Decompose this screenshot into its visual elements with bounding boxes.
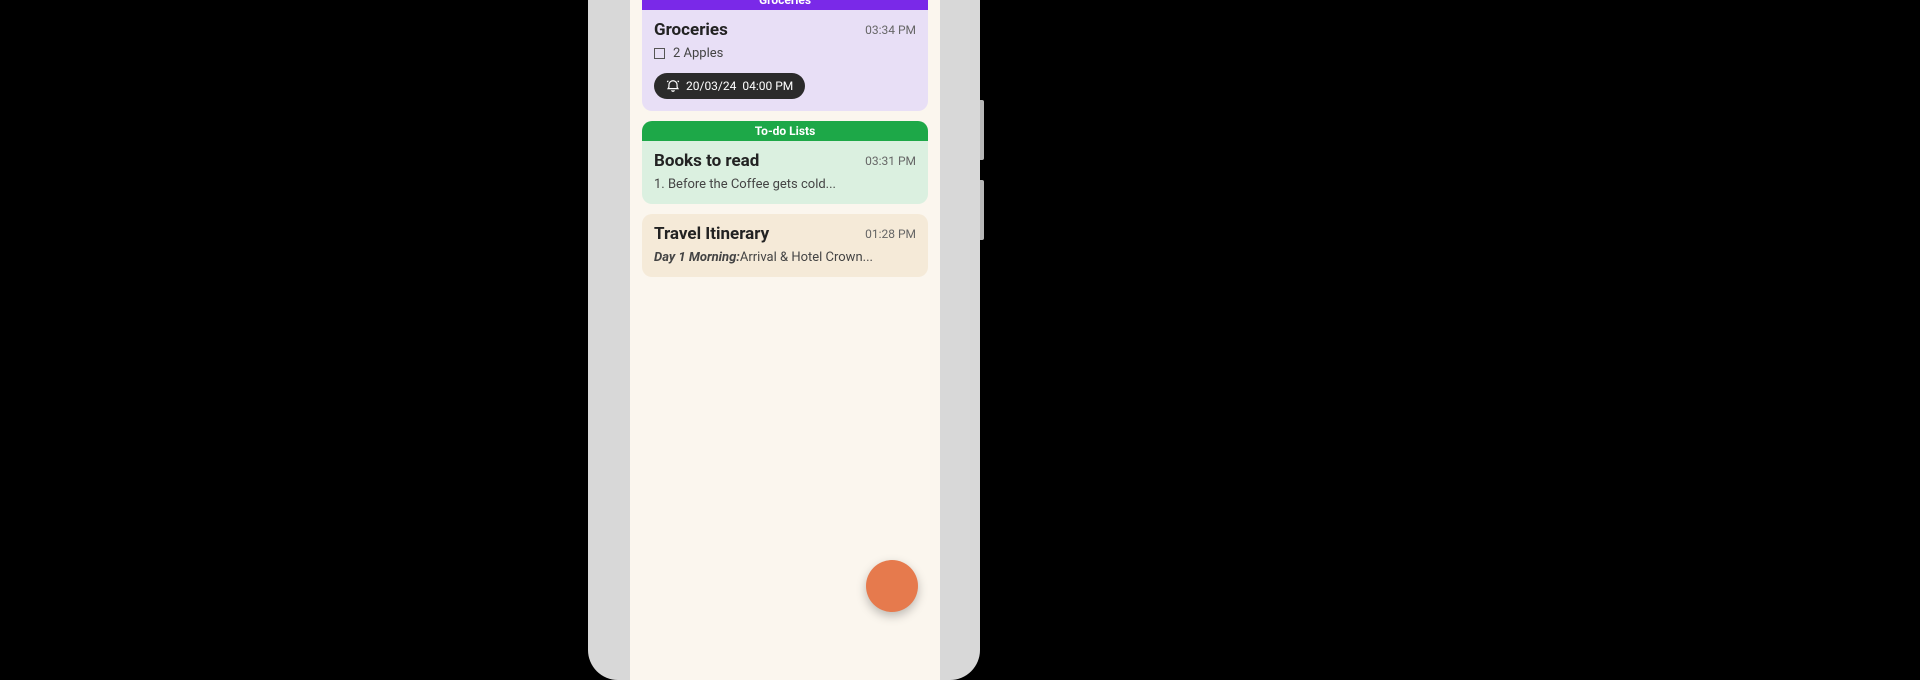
card-header: Travel Itinerary 01:28 PM — [654, 224, 916, 244]
card-content: 1. Before the Coffee gets cold... — [654, 177, 916, 192]
note-card-books[interactable]: To-do Lists Books to read 03:31 PM 1. Be… — [642, 121, 928, 204]
reminder-pill[interactable]: 20/03/24 04:00 PM — [654, 73, 805, 99]
phone-side-button — [980, 100, 984, 160]
card-content: Day 1 Morning: Arrival & Hotel Crown... — [654, 250, 916, 265]
phone-side-button — [980, 180, 984, 240]
item-text: 1. Before the Coffee gets cold... — [654, 177, 836, 192]
card-body: Books to read 03:31 PM 1. Before the Cof… — [642, 141, 928, 204]
card-header: Groceries 03:34 PM — [654, 20, 916, 40]
card-title: Travel Itinerary — [654, 224, 769, 244]
card-title: Groceries — [654, 20, 728, 40]
card-time: 01:28 PM — [865, 227, 916, 241]
card-header: Books to read 03:31 PM — [654, 151, 916, 171]
add-note-button[interactable] — [866, 560, 918, 612]
phone-frame: Today Groceries Groceries 03:34 PM 2 App… — [588, 0, 980, 680]
card-title: Books to read — [654, 151, 759, 171]
card-time: 03:34 PM — [865, 23, 916, 37]
reminder-date: 20/03/24 — [686, 79, 736, 93]
reminder-time: 04:00 PM — [742, 79, 793, 93]
card-body: Travel Itinerary 01:28 PM Day 1 Morning:… — [642, 214, 928, 277]
card-tag: Groceries — [642, 0, 928, 10]
item-prefix: Day 1 Morning: — [654, 250, 740, 265]
note-card-travel[interactable]: Travel Itinerary 01:28 PM Day 1 Morning:… — [642, 214, 928, 277]
card-content: 2 Apples — [654, 46, 916, 61]
alarm-icon — [666, 79, 680, 93]
card-body: Groceries 03:34 PM 2 Apples 20/03/24 04:… — [642, 10, 928, 111]
card-tag: To-do Lists — [642, 121, 928, 141]
phone-screen: Today Groceries Groceries 03:34 PM 2 App… — [630, 0, 940, 680]
item-text: 2 Apples — [673, 46, 723, 61]
note-card-groceries[interactable]: Groceries Groceries 03:34 PM 2 Apples — [642, 0, 928, 111]
checkbox-icon — [654, 48, 665, 59]
item-text: Arrival & Hotel Crown... — [740, 250, 873, 265]
card-time: 03:31 PM — [865, 154, 916, 168]
